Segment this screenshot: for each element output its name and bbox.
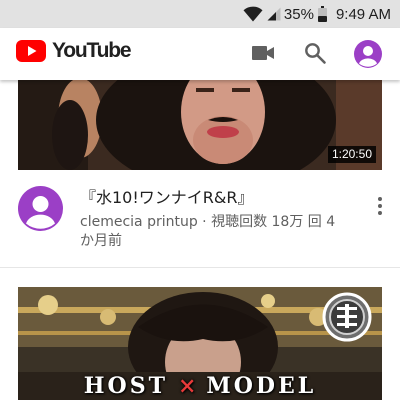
overlay-host: HOST [83, 373, 168, 399]
clock: 9:49 AM [335, 5, 391, 23]
app-bar: YouTube [0, 28, 400, 80]
more-vert-icon[interactable] [372, 194, 388, 218]
video-title[interactable]: 『水10!ワンナイR&R』 [80, 187, 360, 209]
overlay-model: MODEL [206, 373, 317, 399]
signal-icon [267, 7, 281, 21]
video-thumbnail[interactable]: HOST × MODEL [18, 287, 382, 400]
video-meta: 『水10!ワンナイR&R』 clemecia printup · 視聴回数 18… [0, 182, 400, 266]
video-camera-icon[interactable] [251, 44, 275, 62]
channel-logo-badge [322, 292, 372, 342]
video-duration: 1:20:50 [327, 146, 376, 163]
status-bar: 35% 9:49 AM [0, 0, 400, 28]
battery-icon [317, 6, 327, 22]
video-thumbnail[interactable]: 1:20:50 [18, 80, 382, 170]
channel-avatar[interactable] [18, 186, 63, 231]
battery-percent: 35% [283, 5, 314, 23]
search-icon[interactable] [303, 41, 327, 65]
thumbnail-overlay-text: HOST × MODEL [18, 373, 382, 399]
youtube-logo-icon[interactable] [16, 40, 46, 62]
video-subtitle: clemecia printup · 視聴回数 18万 回 4 か月前 [80, 214, 336, 249]
wifi-icon [243, 6, 263, 22]
account-avatar-icon[interactable] [354, 40, 382, 68]
youtube-wordmark[interactable]: YouTube [52, 39, 132, 63]
divider [0, 267, 400, 268]
overlay-cross: × [177, 373, 197, 399]
